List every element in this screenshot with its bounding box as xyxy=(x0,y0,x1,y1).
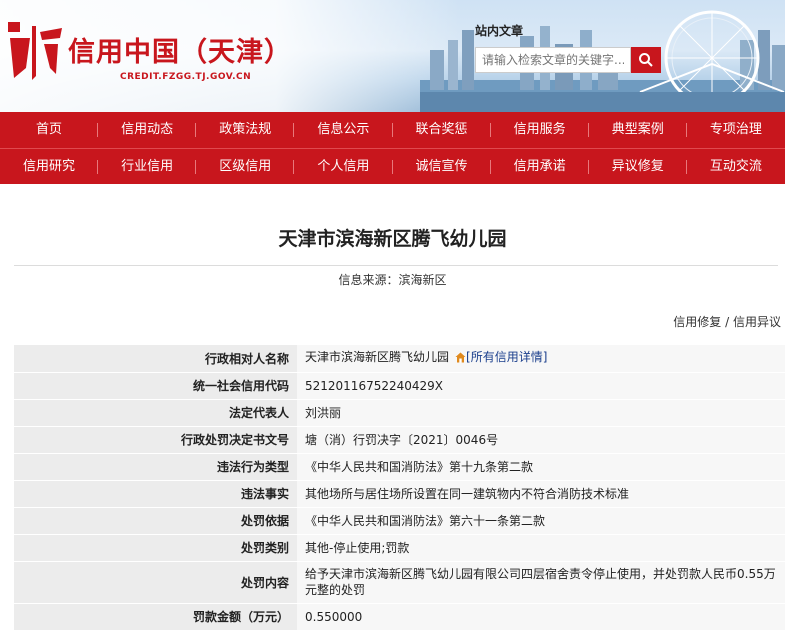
row-label: 处罚依据 xyxy=(14,507,297,535)
row-value: 给予天津市滨海新区腾飞幼儿园有限公司四层宿舍责令停止使用，并处罚款人民币0.55… xyxy=(297,561,785,604)
link-separator: / xyxy=(721,315,733,329)
header-banner: 信用中国（天津） CREDIT.FZGG.TJ.GOV.CN 站内文章 xyxy=(0,0,785,112)
row-label: 罚款金额（万元） xyxy=(14,603,297,631)
table-row: 违法事实 其他场所与居住场所设置在同一建筑物内不符合消防技术标准 xyxy=(14,480,785,508)
nav-item-industry[interactable]: 行业信用 xyxy=(98,149,197,185)
entity-name: 天津市滨海新区腾飞幼儿园 xyxy=(305,350,450,365)
nav-row-2: 信用研究 行业信用 区级信用 个人信用 诚信宣传 信用承诺 异议修复 互动交流 xyxy=(0,148,785,185)
nav-item-cases[interactable]: 典型案例 xyxy=(589,112,688,148)
home-icon xyxy=(455,351,466,367)
nav-item-district[interactable]: 区级信用 xyxy=(196,149,295,185)
search-title: 站内文章 xyxy=(475,24,524,38)
nav-item-promotion[interactable]: 诚信宣传 xyxy=(393,149,491,185)
row-value: 刘洪丽 xyxy=(297,399,785,427)
logo-icon xyxy=(8,22,62,80)
table-row: 法定代表人 刘洪丽 xyxy=(14,399,785,427)
nav-item-credit-news[interactable]: 信用动态 xyxy=(98,112,197,148)
row-label: 处罚类别 xyxy=(14,534,297,562)
nav-item-commitment[interactable]: 信用承诺 xyxy=(491,149,589,185)
table-row: 行政处罚决定书文号 塘（消）行罚决字〔2021〕0046号 xyxy=(14,426,785,454)
row-value: 天津市滨海新区腾飞幼儿园 [所有信用详情] xyxy=(297,345,785,373)
nav-item-personal[interactable]: 个人信用 xyxy=(294,149,393,185)
row-value: 《中华人民共和国消防法》第十九条第二款 xyxy=(297,453,785,481)
site-domain: CREDIT.FZGG.TJ.GOV.CN xyxy=(120,72,252,82)
credit-repair-link[interactable]: 信用修复 xyxy=(673,315,721,329)
search-button[interactable] xyxy=(631,47,661,73)
row-label: 法定代表人 xyxy=(14,399,297,427)
row-label: 违法事实 xyxy=(14,480,297,508)
row-value: 0.550000 xyxy=(297,603,785,631)
table-row: 行政相对人名称 天津市滨海新区腾飞幼儿园 [所有信用详情] xyxy=(14,345,785,373)
credit-links: 信用修复 / 信用异议 xyxy=(673,313,781,330)
table-row: 处罚类别 其他-停止使用;罚款 xyxy=(14,534,785,562)
row-value: 52120116752240429X xyxy=(297,372,785,400)
row-value: 其他场所与居住场所设置在同一建筑物内不符合消防技术标准 xyxy=(297,480,785,508)
nav-item-special[interactable]: 专项治理 xyxy=(687,112,785,148)
nav-item-credit-service[interactable]: 信用服务 xyxy=(491,112,589,148)
row-label: 统一社会信用代码 xyxy=(14,372,297,400)
row-label: 行政处罚决定书文号 xyxy=(14,426,297,454)
main-nav: 首页 信用动态 政策法规 信息公示 联合奖惩 信用服务 典型案例 专项治理 信用… xyxy=(0,112,785,184)
row-label: 违法行为类型 xyxy=(14,453,297,481)
credit-objection-link[interactable]: 信用异议 xyxy=(733,315,781,329)
row-label: 行政相对人名称 xyxy=(14,345,297,373)
nav-item-objection-repair[interactable]: 异议修复 xyxy=(589,149,688,185)
search-icon xyxy=(639,53,653,67)
nav-item-joint-reward[interactable]: 联合奖惩 xyxy=(393,112,491,148)
all-credit-details-link[interactable]: [所有信用详情] xyxy=(466,350,547,364)
row-label: 处罚内容 xyxy=(14,561,297,604)
nav-row-1: 首页 信用动态 政策法规 信息公示 联合奖惩 信用服务 典型案例 专项治理 xyxy=(0,112,785,148)
nav-item-info-public[interactable]: 信息公示 xyxy=(294,112,393,148)
page-title: 天津市滨海新区腾飞幼儿园 xyxy=(278,228,507,250)
info-source: 信息来源：滨海新区 xyxy=(338,273,447,287)
site-title[interactable]: 信用中国（天津） xyxy=(68,30,292,69)
search-input[interactable] xyxy=(475,47,631,73)
table-row: 违法行为类型 《中华人民共和国消防法》第十九条第二款 xyxy=(14,453,785,481)
title-divider xyxy=(14,265,778,266)
penalty-info-table: 行政相对人名称 天津市滨海新区腾飞幼儿园 [所有信用详情] 统一社会信用代码 52… xyxy=(14,345,785,631)
table-row: 统一社会信用代码 52120116752240429X xyxy=(14,372,785,400)
table-row: 罚款金额（万元） 0.550000 xyxy=(14,603,785,631)
row-value: 《中华人民共和国消防法》第六十一条第二款 xyxy=(297,507,785,535)
row-value: 塘（消）行罚决字〔2021〕0046号 xyxy=(297,426,785,454)
nav-item-research[interactable]: 信用研究 xyxy=(0,149,99,185)
row-value: 其他-停止使用;罚款 xyxy=(297,534,785,562)
table-row: 处罚内容 给予天津市滨海新区腾飞幼儿园有限公司四层宿舍责令停止使用，并处罚款人民… xyxy=(14,561,785,604)
nav-item-home[interactable]: 首页 xyxy=(0,112,99,148)
nav-item-interaction[interactable]: 互动交流 xyxy=(687,149,785,185)
nav-item-policy[interactable]: 政策法规 xyxy=(196,112,295,148)
table-row: 处罚依据 《中华人民共和国消防法》第六十一条第二款 xyxy=(14,507,785,535)
